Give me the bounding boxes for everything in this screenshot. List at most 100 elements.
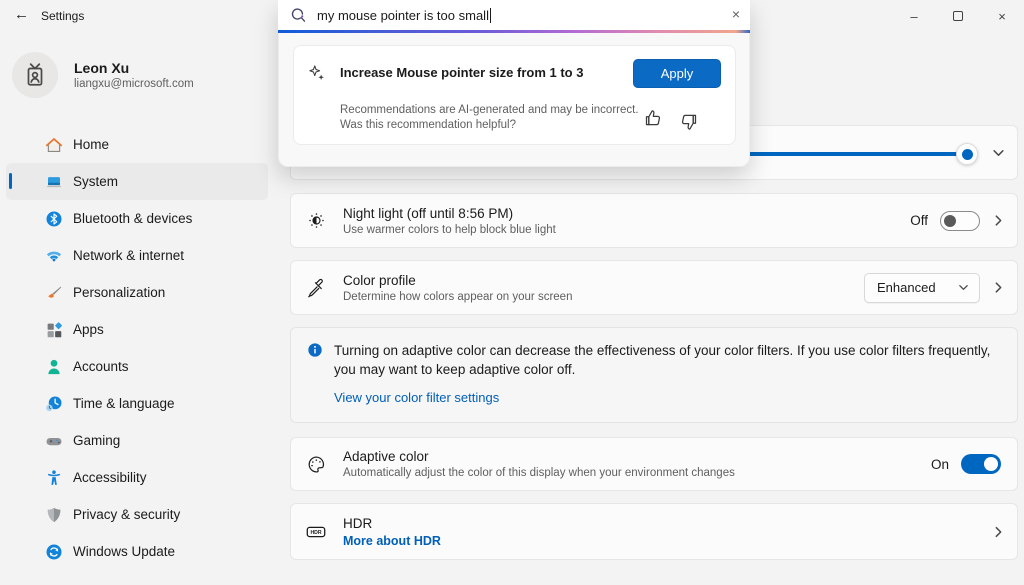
search-results-panel: Increase Mouse pointer size from 1 to 3 … [278, 33, 750, 167]
night-light-row[interactable]: Night light (off until 8:56 PM) Use warm… [290, 193, 1018, 248]
hdr-icon: HDR [305, 521, 327, 543]
color-profile-subtitle: Determine how colors appear on your scre… [343, 291, 572, 303]
time-language-icon [44, 394, 63, 413]
gaming-icon [44, 431, 63, 450]
bluetooth-icon [44, 209, 63, 228]
recommendation-disclaimer: Recommendations are AI-generated and may… [340, 103, 660, 133]
sidebar-label: Privacy & security [73, 507, 180, 522]
brightness-slider-thumb[interactable] [956, 143, 978, 165]
adaptive-color-notice: Turning on adaptive color can decrease t… [290, 327, 1018, 423]
search-close-icon[interactable]: × [732, 6, 740, 22]
more-about-hdr-link[interactable]: More about HDR [343, 534, 441, 548]
color-profile-row[interactable]: Color profile Determine how colors appea… [290, 260, 1018, 315]
sidebar-nav: Home System Bluetooth & devices Network … [6, 126, 268, 570]
sidebar-item-gaming[interactable]: Gaming [6, 422, 268, 459]
chevron-right-icon[interactable] [992, 525, 1005, 538]
user-name: Leon Xu [74, 60, 194, 76]
accessibility-icon [44, 468, 63, 487]
info-icon [307, 342, 323, 358]
palette-icon [305, 453, 327, 475]
color-filter-settings-link[interactable]: View your color filter settings [334, 390, 499, 405]
sidebar-label: Home [73, 137, 109, 152]
sidebar-item-system[interactable]: System [6, 163, 268, 200]
eyedropper-icon [305, 277, 327, 299]
windows-update-icon [44, 542, 63, 561]
avatar [12, 52, 58, 98]
sidebar-item-personalization[interactable]: Personalization [6, 274, 268, 311]
chevron-right-icon[interactable] [992, 281, 1005, 294]
sidebar-item-network-internet[interactable]: Network & internet [6, 237, 268, 274]
sidebar-item-privacy-security[interactable]: Privacy & security [6, 496, 268, 533]
search-input[interactable]: my mouse pointer is too small [317, 8, 489, 23]
network-icon [44, 246, 63, 265]
sidebar-label: Network & internet [73, 248, 184, 263]
home-icon [44, 135, 63, 154]
thumbs-down-icon[interactable] [679, 112, 699, 132]
search-bar[interactable]: my mouse pointer is too small × [278, 0, 750, 30]
search-gradient-underline [278, 30, 750, 33]
minimize-button[interactable]: – [892, 0, 936, 32]
toggle-knob [984, 457, 998, 471]
privacy-security-icon [44, 505, 63, 524]
sidebar-label: Windows Update [73, 544, 175, 559]
sidebar-item-accessibility[interactable]: Accessibility [6, 459, 268, 496]
adaptive-color-row: Adaptive color Automatically adjust the … [290, 437, 1018, 491]
accounts-icon [44, 357, 63, 376]
sidebar-item-home[interactable]: Home [6, 126, 268, 163]
hdr-title: HDR [343, 516, 441, 531]
adaptive-color-title: Adaptive color [343, 449, 735, 464]
text-caret [490, 8, 491, 23]
chevron-down-icon [958, 282, 969, 293]
adaptive-color-toggle[interactable] [961, 454, 1001, 474]
window-title: Settings [41, 9, 84, 23]
night-light-toggle[interactable] [940, 211, 980, 231]
settings-window: ← Settings – × Leon Xu liangxu@microsoft… [0, 0, 1024, 585]
chevron-right-icon[interactable] [992, 214, 1005, 227]
sidebar-label: Apps [73, 322, 104, 337]
toggle-knob [944, 215, 956, 227]
system-icon [44, 172, 63, 191]
sidebar-label: Bluetooth & devices [73, 211, 192, 226]
dropdown-value: Enhanced [877, 280, 936, 295]
recommendation-title: Increase Mouse pointer size from 1 to 3 [340, 65, 583, 80]
close-button[interactable]: × [980, 0, 1024, 32]
svg-text:HDR: HDR [310, 530, 321, 536]
sidebar-item-windows-update[interactable]: Windows Update [6, 533, 268, 570]
apps-icon [44, 320, 63, 339]
badge-icon [22, 62, 48, 88]
color-profile-dropdown[interactable]: Enhanced [864, 273, 980, 303]
personalization-icon [44, 283, 63, 302]
sidebar-label: Time & language [73, 396, 175, 411]
sidebar-item-bluetooth-devices[interactable]: Bluetooth & devices [6, 200, 268, 237]
maximize-button[interactable] [936, 0, 980, 32]
notice-text: Turning on adaptive color can decrease t… [334, 341, 994, 379]
sidebar-label: Personalization [73, 285, 165, 300]
sidebar-item-apps[interactable]: Apps [6, 311, 268, 348]
apply-button[interactable]: Apply [633, 59, 721, 88]
night-light-icon [305, 210, 327, 232]
adaptive-color-subtitle: Automatically adjust the color of this d… [343, 467, 735, 479]
night-light-toggle-label: Off [910, 213, 928, 228]
sidebar-label: System [73, 174, 118, 189]
hdr-row[interactable]: HDR HDR More about HDR [290, 503, 1018, 560]
sidebar-label: Accessibility [73, 470, 147, 485]
sidebar-item-time-language[interactable]: Time & language [6, 385, 268, 422]
sidebar-label: Accounts [73, 359, 129, 374]
night-light-title: Night light (off until 8:56 PM) [343, 206, 556, 221]
ai-sparkle-icon [308, 64, 326, 82]
chevron-down-icon[interactable] [992, 146, 1005, 159]
user-profile[interactable]: Leon Xu liangxu@microsoft.com [12, 52, 194, 98]
user-email: liangxu@microsoft.com [74, 78, 194, 90]
maximize-icon [953, 11, 963, 21]
sidebar-item-accounts[interactable]: Accounts [6, 348, 268, 385]
window-controls: – × [892, 0, 1024, 32]
recommendation-card: Increase Mouse pointer size from 1 to 3 … [293, 45, 736, 145]
slider-thumb-dot [962, 149, 973, 160]
back-button[interactable]: ← [14, 6, 29, 23]
night-light-subtitle: Use warmer colors to help block blue lig… [343, 224, 556, 236]
adaptive-color-toggle-label: On [931, 457, 949, 472]
thumbs-up-icon[interactable] [643, 108, 663, 128]
sidebar-label: Gaming [73, 433, 120, 448]
search-icon [290, 7, 307, 24]
color-profile-title: Color profile [343, 273, 572, 288]
